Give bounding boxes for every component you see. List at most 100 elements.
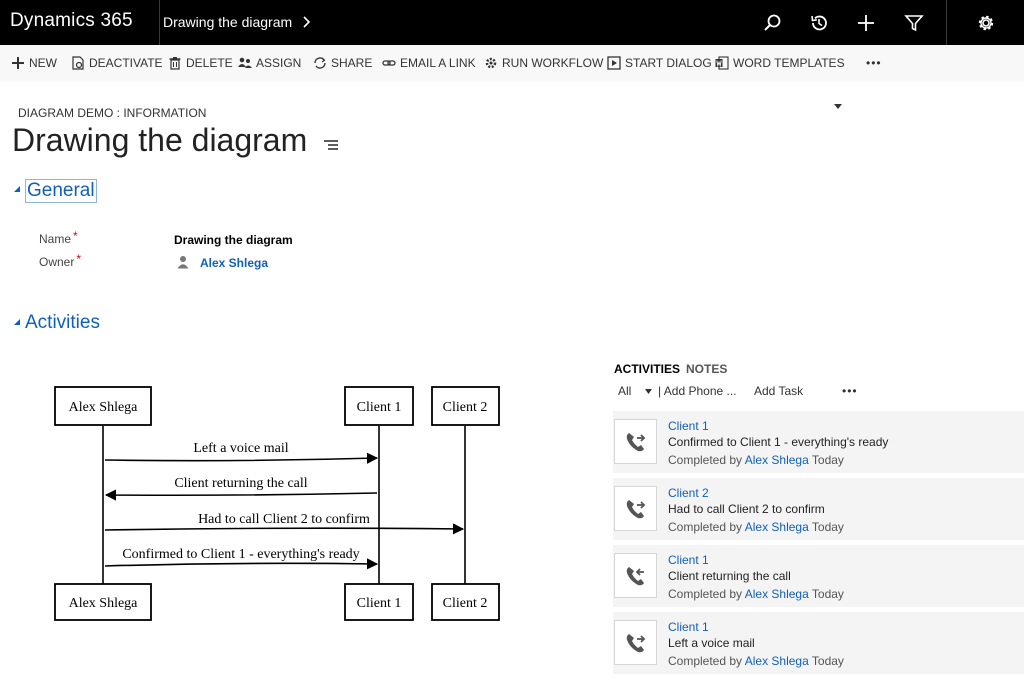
deactivate-icon	[72, 56, 84, 70]
share-icon	[314, 57, 326, 69]
completed-by-label: Completed by	[668, 453, 743, 467]
new-label: NEW	[29, 56, 57, 70]
history-icon[interactable]	[808, 12, 830, 34]
chevron-right-icon[interactable]	[300, 15, 314, 29]
list-item[interactable]: Client 1 Left a voice mail Completed by …	[613, 612, 1024, 674]
message-label-4: Confirmed to Client 1 - everything's rea…	[122, 547, 359, 562]
caret-down-icon[interactable]	[645, 389, 652, 394]
activity-date: Today	[811, 453, 844, 467]
list-item[interactable]: Client 1 Confirmed to Client 1 - everyth…	[613, 411, 1024, 473]
message-arrow-3	[104, 523, 465, 535]
add-icon[interactable]	[855, 12, 877, 34]
activity-icon-box	[614, 419, 657, 464]
participant-label-client2-bottom: Client 2	[443, 596, 488, 611]
general-section-title[interactable]: General	[25, 179, 97, 203]
participant-label-client2-top: Client 2	[443, 400, 488, 415]
word-icon	[715, 56, 729, 70]
search-icon[interactable]	[761, 12, 783, 34]
tab-activities[interactable]: ACTIVITIES	[614, 362, 680, 376]
start-dialog-label: START DIALOG	[625, 56, 712, 70]
required-marker: *	[73, 229, 78, 243]
activities-section-title[interactable]: Activities	[25, 312, 100, 334]
activity-date: Today	[811, 520, 844, 534]
caret-down-icon[interactable]	[834, 104, 842, 109]
owner-label-text: Owner	[39, 255, 75, 269]
top-nav-bar: Dynamics 365 Drawing the diagram	[0, 0, 1024, 45]
activity-date: Today	[811, 654, 844, 668]
collapse-triangle-icon[interactable]	[13, 318, 21, 326]
share-label: SHARE	[331, 56, 373, 70]
activity-regarding[interactable]: Client 1	[668, 553, 709, 567]
filter-all-dropdown[interactable]: All	[618, 384, 631, 398]
activity-user-link[interactable]: Alex Shlega	[745, 453, 809, 467]
activity-user-link[interactable]: Alex Shlega	[745, 654, 809, 668]
list-item[interactable]: Client 1 Client returning the call Compl…	[613, 545, 1024, 607]
activity-meta: Completed by Alex Shlega Today	[668, 453, 844, 467]
brand-divider	[159, 0, 160, 45]
email-link-label: EMAIL A LINK	[400, 56, 476, 70]
tab-notes[interactable]: NOTES	[686, 362, 727, 376]
activity-meta: Completed by Alex Shlega Today	[668, 587, 844, 601]
page-title: Drawing the diagram	[12, 122, 308, 158]
phone-outgoing-icon	[626, 634, 646, 653]
delete-label: DELETE	[186, 56, 233, 70]
name-label-text: Name	[39, 232, 72, 246]
activity-subject: Had to call Client 2 to confirm	[668, 502, 825, 516]
owner-link[interactable]: Alex Shlega	[200, 256, 268, 270]
message-label-1: Left a voice mail	[193, 441, 288, 456]
more-activities-button[interactable]: •••	[842, 384, 858, 398]
message-label-3: Had to call Client 2 to confirm	[198, 512, 370, 527]
app-brand[interactable]: Dynamics 365	[10, 0, 133, 45]
activity-icon-box	[614, 553, 657, 598]
sequence-diagram: Alex Shlega Client 1 Client 2 Left a voi…	[54, 386, 500, 621]
word-templates-label: WORD TEMPLATES	[733, 56, 845, 70]
activity-user-link[interactable]: Alex Shlega	[745, 520, 809, 534]
completed-by-label: Completed by	[668, 520, 743, 534]
message-arrow-1	[104, 452, 379, 464]
completed-by-label: Completed by	[668, 654, 743, 668]
breadcrumb[interactable]: Drawing the diagram	[163, 0, 292, 45]
trash-icon	[169, 57, 181, 70]
activity-subject: Left a voice mail	[668, 636, 755, 650]
activity-subject: Client returning the call	[668, 569, 791, 583]
entity-label: DIAGRAM DEMO : INFORMATION	[18, 106, 207, 120]
form-selector-icon[interactable]	[322, 138, 340, 152]
activity-regarding[interactable]: Client 1	[668, 620, 709, 634]
owner-field-label: Owner *	[39, 252, 82, 269]
dialog-icon	[607, 56, 621, 70]
filter-icon[interactable]	[903, 12, 925, 34]
activity-regarding[interactable]: Client 1	[668, 419, 709, 433]
assign-label: ASSIGN	[256, 56, 302, 70]
list-item[interactable]: Client 2 Had to call Client 2 to confirm…	[613, 478, 1024, 540]
phone-incoming-icon	[626, 567, 644, 586]
add-phone-button[interactable]: | Add Phone ...	[658, 384, 737, 398]
participant-label-client1-bottom: Client 1	[357, 596, 402, 611]
message-label-2: Client returning the call	[174, 476, 307, 491]
activity-regarding[interactable]: Client 2	[668, 486, 709, 500]
activity-subject: Confirmed to Client 1 - everything's rea…	[668, 435, 889, 449]
collapse-triangle-icon[interactable]	[13, 185, 21, 193]
gear-icon[interactable]	[975, 12, 997, 34]
activity-date: Today	[811, 587, 844, 601]
participant-label-alex-top: Alex Shlega	[69, 400, 139, 415]
activity-icon-box	[614, 486, 657, 531]
activity-user-link[interactable]: Alex Shlega	[745, 587, 809, 601]
run-workflow-label: RUN WORKFLOW	[502, 56, 604, 70]
message-arrow-2	[104, 489, 378, 501]
activity-meta: Completed by Alex Shlega Today	[668, 520, 844, 534]
completed-by-label: Completed by	[668, 587, 743, 601]
required-marker: *	[76, 252, 82, 266]
plus-icon	[12, 57, 24, 69]
name-field-value[interactable]: Drawing the diagram	[174, 233, 293, 247]
name-field-label: Name *	[39, 229, 78, 246]
add-task-button[interactable]: Add Task	[754, 384, 803, 398]
settings-divider	[946, 0, 947, 45]
assign-icon	[238, 57, 252, 68]
more-commands-button[interactable]: •••	[866, 45, 882, 82]
command-bar: NEW DEACTIVATE DELETE ASSIGN SHARE EMAIL…	[0, 45, 1024, 109]
phone-outgoing-icon	[626, 500, 646, 519]
message-arrow-4	[104, 558, 379, 570]
link-icon	[382, 60, 396, 66]
user-icon	[177, 256, 189, 269]
deactivate-label: DEACTIVATE	[89, 56, 163, 70]
